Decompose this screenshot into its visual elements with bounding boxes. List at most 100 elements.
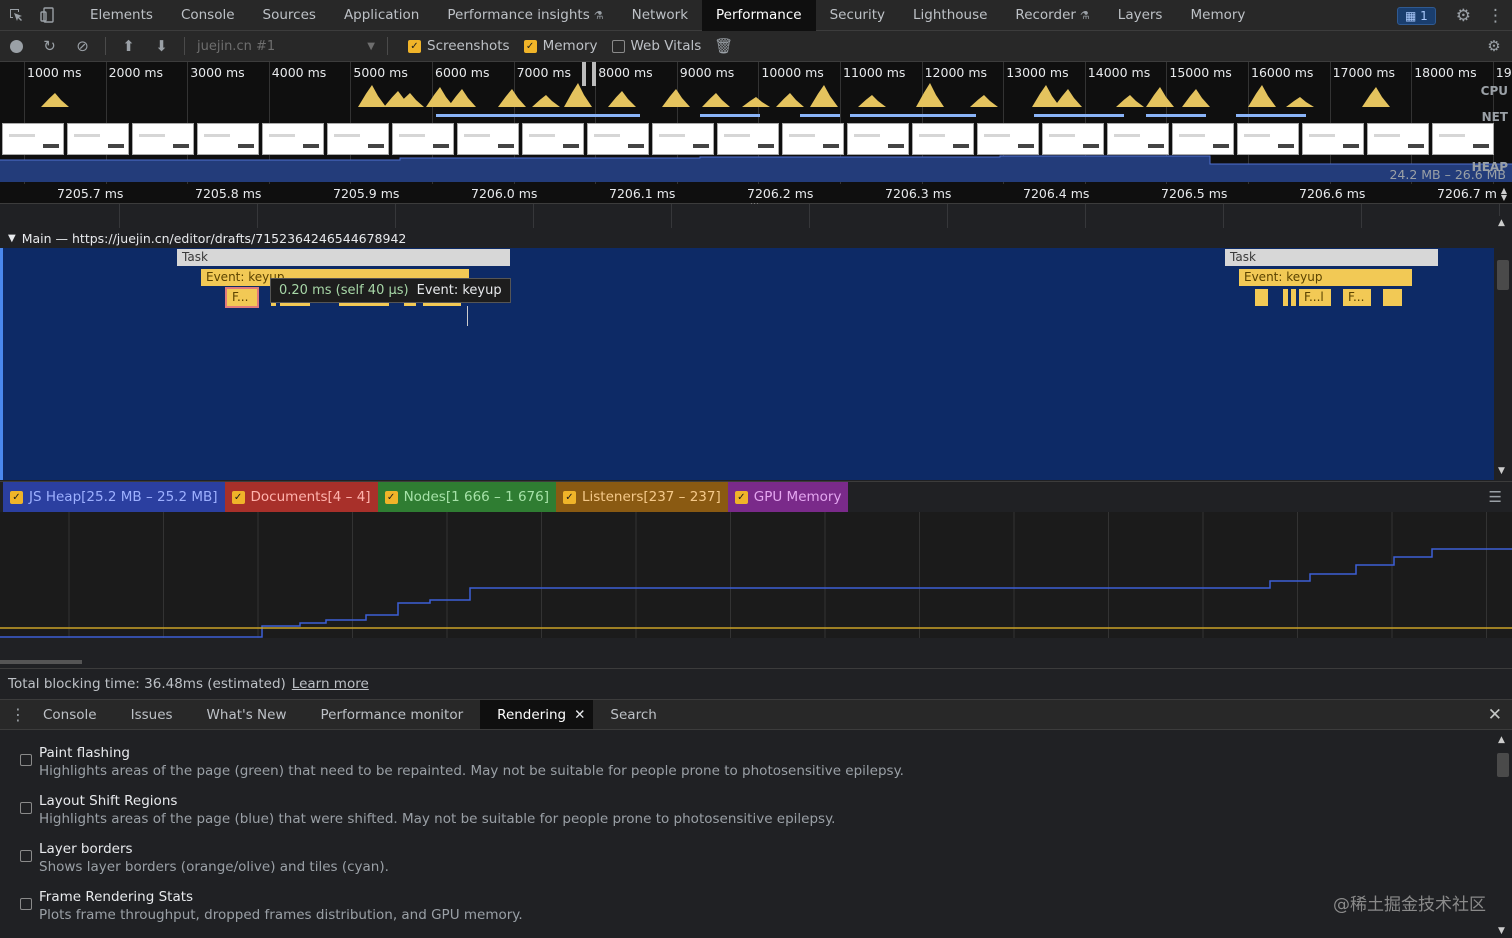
drawer-menu-icon[interactable]: ⋮	[0, 705, 36, 724]
tab-console[interactable]: Console	[167, 0, 249, 31]
tab-lighthouse[interactable]: Lighthouse	[899, 0, 1001, 31]
screenshot-thumbnail[interactable]	[1042, 123, 1104, 155]
event-keyup-block[interactable]: Event: keyup	[1239, 269, 1412, 286]
memory-checkbox[interactable]: ✓ Memory	[523, 38, 598, 54]
screenshot-thumbnail[interactable]	[912, 123, 974, 155]
counter-label: Listeners[237 – 237]	[582, 489, 721, 505]
inspect-element-icon[interactable]	[0, 0, 32, 31]
screenshot-thumbnail[interactable]	[1172, 123, 1234, 155]
tab-network[interactable]: Network	[618, 0, 702, 31]
tab-elements[interactable]: Elements	[76, 0, 167, 31]
task-block[interactable]: Task	[1225, 249, 1438, 266]
checkbox-unchecked-icon	[611, 39, 625, 53]
screenshots-checkbox[interactable]: ✓ Screenshots	[408, 38, 510, 54]
ruler-scroll-icon[interactable]: ▲ ▼	[1501, 187, 1507, 202]
close-tab-icon[interactable]: ✕	[574, 707, 585, 723]
screenshot-thumbnail[interactable]	[1432, 123, 1494, 155]
hamburger-menu-icon[interactable]: ☰	[1489, 488, 1502, 506]
checkbox-unchecked-icon[interactable]	[20, 802, 32, 814]
screenshot-thumbnail[interactable]	[717, 123, 779, 155]
upload-profile-icon[interactable]: ⬆	[112, 31, 145, 62]
tab-memory[interactable]: Memory	[1176, 0, 1259, 31]
settings-gear-icon[interactable]: ⚙	[1456, 6, 1471, 26]
screenshot-thumbnail[interactable]	[652, 123, 714, 155]
counter-checkbox-1[interactable]: ✓ Documents[4 – 4]	[224, 481, 378, 513]
drawer-tab-rendering[interactable]: Rendering ✕	[480, 700, 594, 729]
screenshot-thumbnail[interactable]	[392, 123, 454, 155]
option-description: Highlights areas of the page (blue) that…	[39, 811, 836, 827]
drawer-tab-issues[interactable]: Issues	[114, 700, 190, 729]
drawer-tab-search[interactable]: Search	[593, 700, 673, 729]
memory-counter-graph	[0, 512, 1512, 638]
tab-layers[interactable]: Layers	[1104, 0, 1177, 31]
reload-record-icon[interactable]: ↻	[33, 31, 66, 62]
scroll-up-icon[interactable]: ▲	[1498, 735, 1505, 745]
screenshot-thumbnail[interactable]	[457, 123, 519, 155]
screenshot-thumbnail[interactable]	[587, 123, 649, 155]
network-request-bar	[800, 114, 840, 117]
screenshot-thumbnail[interactable]	[2, 123, 64, 155]
counter-checkbox-4[interactable]: ✓ GPU Memory	[727, 481, 849, 513]
capture-settings-gear-icon[interactable]: ⚙	[1476, 31, 1512, 62]
function-call-block[interactable]: F...l	[1299, 289, 1331, 306]
scroll-down-icon[interactable]: ▼	[1498, 466, 1505, 476]
scroll-down-icon[interactable]: ▼	[1498, 926, 1505, 936]
collect-garbage-icon[interactable]: 🗑	[707, 31, 740, 62]
clear-icon[interactable]: ⊘	[66, 31, 99, 62]
function-call-block[interactable]	[1383, 289, 1402, 306]
tab-performance[interactable]: Performance	[702, 0, 816, 31]
screenshot-thumbnail[interactable]	[1302, 123, 1364, 155]
close-drawer-icon[interactable]: ✕	[1488, 705, 1502, 725]
counter-checkbox-0[interactable]: ✓ JS Heap[25.2 MB – 25.2 MB]	[3, 481, 225, 513]
screenshot-thumbnail[interactable]	[262, 123, 324, 155]
function-call-block[interactable]: F...	[1343, 289, 1371, 306]
device-toolbar-icon[interactable]	[32, 0, 64, 31]
function-call-block[interactable]	[1255, 289, 1268, 306]
download-profile-icon[interactable]: ⬇	[145, 31, 178, 62]
task-block[interactable]: Task	[177, 249, 510, 266]
tab-application[interactable]: Application	[330, 0, 433, 31]
drawer-tab-what-s-new[interactable]: What's New	[190, 700, 304, 729]
screenshot-thumbnail[interactable]	[977, 123, 1039, 155]
drawer-tab-console[interactable]: Console	[36, 700, 114, 729]
tab-performance-insights[interactable]: Performance insights ⚗	[433, 0, 617, 31]
drawer-vertical-scrollbar[interactable]: ▲ ▼	[1494, 731, 1512, 938]
function-call-block[interactable]	[1283, 289, 1288, 306]
drawer-tab-performance-monitor[interactable]: Performance monitor	[304, 700, 481, 729]
issues-badge[interactable]: ▦ 1	[1396, 6, 1436, 25]
learn-more-link[interactable]: Learn more	[292, 676, 369, 692]
checkbox-unchecked-icon[interactable]	[20, 898, 32, 910]
tab-security[interactable]: Security	[816, 0, 899, 31]
checkbox-unchecked-icon[interactable]	[20, 754, 32, 766]
scroll-up-icon[interactable]: ▲	[1498, 218, 1505, 228]
screenshot-thumbnail[interactable]	[67, 123, 129, 155]
tab-sources[interactable]: Sources	[249, 0, 330, 31]
screenshot-thumbnail[interactable]	[327, 123, 389, 155]
function-call-block[interactable]: F...	[225, 287, 259, 308]
screenshot-thumbnail[interactable]	[1367, 123, 1429, 155]
main-thread-header[interactable]: ▼ Main — https://juejin.cn/editor/drafts…	[0, 228, 1494, 248]
screenshot-thumbnail[interactable]	[522, 123, 584, 155]
record-icon[interactable]	[0, 31, 33, 62]
tab-recorder[interactable]: Recorder ⚗	[1001, 0, 1103, 31]
checkbox-checked-icon: ✓	[734, 490, 748, 504]
flame-chart[interactable]: Task Event: keyup F... Task Event: keyup…	[0, 248, 1494, 480]
function-call-block[interactable]	[1291, 289, 1296, 306]
counter-checkbox-3[interactable]: ✓ Listeners[237 – 237]	[556, 481, 728, 513]
screenshot-thumbnail[interactable]	[1237, 123, 1299, 155]
horizontal-scrollbar-thumb[interactable]	[0, 660, 82, 664]
timeline-overview[interactable]: 1000 ms 2000 ms 3000 ms 4000 ms 5000 ms 6000 …	[0, 62, 1512, 184]
screenshot-thumbnail[interactable]	[1107, 123, 1169, 155]
counter-checkbox-2[interactable]: ✓ Nodes[1 666 – 1 676]	[377, 481, 556, 513]
scrollbar-thumb[interactable]	[1497, 260, 1509, 290]
profile-select[interactable]: juejin.cn #1 ▼	[191, 39, 381, 54]
screenshot-thumbnail[interactable]	[132, 123, 194, 155]
screenshot-thumbnail[interactable]	[847, 123, 909, 155]
more-options-icon[interactable]: ⋮	[1487, 6, 1504, 26]
scrollbar-thumb[interactable]	[1497, 753, 1509, 777]
web-vitals-checkbox[interactable]: Web Vitals	[611, 38, 701, 54]
checkbox-unchecked-icon[interactable]	[20, 850, 32, 862]
flame-vertical-scrollbar[interactable]: ▲ ▼	[1494, 216, 1512, 480]
screenshot-thumbnail[interactable]	[782, 123, 844, 155]
screenshot-thumbnail[interactable]	[197, 123, 259, 155]
